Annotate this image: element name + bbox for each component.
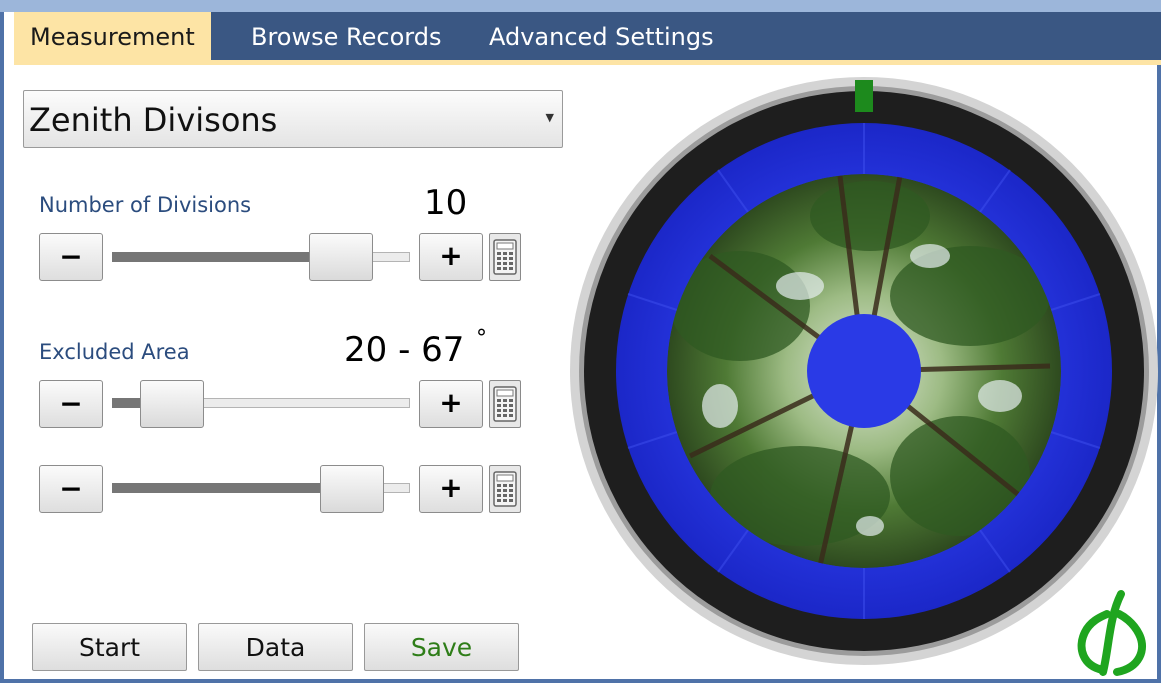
excluded-lower-slider-thumb[interactable] xyxy=(140,380,205,428)
divisions-slider-fill xyxy=(112,252,341,262)
calculator-icon xyxy=(493,386,517,422)
tab-measurement[interactable]: Measurement xyxy=(14,12,211,62)
divisions-value: 10 xyxy=(424,183,468,223)
north-indicator xyxy=(855,80,873,112)
tab-advanced-settings[interactable]: Advanced Settings xyxy=(489,12,714,62)
degree-unit: ° xyxy=(476,326,487,351)
excluded-upper-calculator-button[interactable] xyxy=(489,465,521,513)
excluded-upper-decrease-button[interactable]: − xyxy=(39,465,103,513)
excluded-upper-slider-fill xyxy=(112,483,353,493)
calculator-icon xyxy=(493,471,517,507)
mode-select-value: Zenith Divisons xyxy=(29,101,278,139)
chevron-down-icon: ▼ xyxy=(545,111,554,124)
start-button[interactable]: Start xyxy=(32,623,187,671)
inner-excluded-disc xyxy=(807,314,921,428)
excluded-upper-increase-button[interactable]: + xyxy=(419,465,483,513)
excluded-lower-decrease-button[interactable]: − xyxy=(39,380,103,428)
title-strip xyxy=(0,0,1161,12)
divisions-label: Number of Divisions xyxy=(39,193,252,217)
tab-browse-records[interactable]: Browse Records xyxy=(251,12,441,62)
save-button[interactable]: Save xyxy=(364,623,519,671)
mode-select[interactable]: Zenith Divisons ▼ xyxy=(23,90,563,148)
calculator-icon xyxy=(493,239,517,275)
divisions-decrease-button[interactable]: − xyxy=(39,233,103,281)
excluded-area-label: Excluded Area xyxy=(39,340,190,364)
data-button[interactable]: Data xyxy=(198,623,353,671)
divisions-increase-button[interactable]: + xyxy=(419,233,483,281)
excluded-upper-slider-thumb[interactable] xyxy=(320,465,385,513)
hemispherical-image-view[interactable] xyxy=(570,76,1161,676)
divisions-slider-thumb[interactable] xyxy=(308,233,373,281)
excluded-area-value: 20 - 67 xyxy=(344,330,465,370)
divisions-calculator-button[interactable] xyxy=(489,233,521,281)
excluded-lower-calculator-button[interactable] xyxy=(489,380,521,428)
leaf-logo-icon xyxy=(1077,590,1147,676)
excluded-lower-increase-button[interactable]: + xyxy=(419,380,483,428)
